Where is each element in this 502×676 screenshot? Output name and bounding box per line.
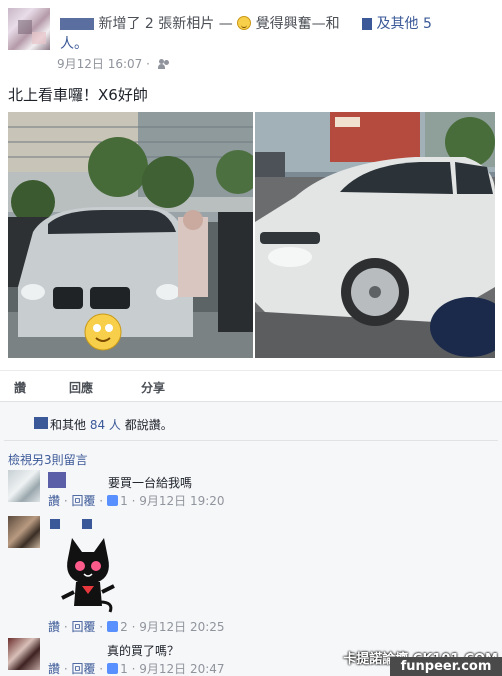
- share-button[interactable]: 分享: [141, 379, 165, 396]
- comment-like-link[interactable]: 讚: [48, 620, 60, 634]
- post-text: 北上看車囉！X6好帥: [8, 86, 148, 104]
- view-more-comments-link[interactable]: 檢視另3則留言: [8, 451, 88, 468]
- comment-reply-link[interactable]: 回覆: [71, 662, 95, 676]
- headline-others-link[interactable]: 及其他 5: [377, 16, 432, 32]
- commenter-name-redacted[interactable]: [82, 519, 92, 529]
- poster-avatar[interactable]: [8, 8, 50, 50]
- comment-like-count[interactable]: 2: [120, 620, 128, 634]
- post-photos: [8, 112, 495, 358]
- watermark-funpeer: funpeer.com: [390, 657, 502, 676]
- comment-meta: 讚 · 回覆 · 1 · 9月12日 20:47: [48, 662, 225, 676]
- headline-prefix: 新增了 2 張新相片 —: [98, 16, 238, 32]
- poster-name-redacted[interactable]: [60, 18, 94, 30]
- comments-panel: 和其他 84 人 都說讚。 檢視另3則留言 要買一台給我嗎 讚 · 回覆 · 1 …: [0, 401, 502, 676]
- post-meta: 9月12日 16:07 ·: [57, 55, 170, 72]
- car-side-photo: [255, 112, 495, 358]
- commenter-avatar[interactable]: [8, 470, 40, 502]
- excited-emoji-icon: [237, 16, 252, 30]
- friends-icon[interactable]: [157, 59, 170, 69]
- thumbs-up-icon: [107, 621, 119, 632]
- likes-suffix: 都說讚。: [124, 418, 173, 432]
- photo-left[interactable]: [8, 112, 253, 358]
- comment-like-link[interactable]: 讚: [48, 662, 60, 676]
- comment-text: 真的買了嗎？: [107, 644, 180, 658]
- divider: [4, 440, 498, 441]
- post-headline: 新增了 2 張新相片 — 覺得興奮—和 及其他 5: [60, 13, 432, 33]
- headline-continuation[interactable]: 人。: [60, 33, 88, 53]
- post-actions: 讚 回應 分享: [0, 370, 502, 400]
- comment-like-count[interactable]: 1: [120, 662, 128, 676]
- commenter-name-redacted[interactable]: [48, 472, 66, 488]
- thumbs-up-icon: [107, 663, 119, 674]
- comment-text: 要買一台給我嗎: [108, 476, 193, 490]
- comment-date[interactable]: 9月12日 20:25: [139, 620, 224, 634]
- car-front-photo: [8, 112, 253, 358]
- tagged-friend-redacted[interactable]: [362, 18, 373, 30]
- like-button[interactable]: 讚: [14, 379, 26, 396]
- black-cat-sticker[interactable]: [58, 536, 118, 616]
- comment-meta: 讚 · 回覆 · 1 · 9月12日 19:20: [48, 494, 225, 508]
- comment-like-count[interactable]: 1: [120, 494, 128, 508]
- comment-date[interactable]: 9月12日 20:47: [139, 662, 224, 676]
- commenter-name-redacted[interactable]: [50, 519, 60, 529]
- photo-right[interactable]: [255, 112, 495, 358]
- comment-reply-link[interactable]: 回覆: [71, 494, 95, 508]
- comment-like-link[interactable]: 讚: [48, 494, 60, 508]
- comment-meta: 讚 · 回覆 · 2 · 9月12日 20:25: [48, 620, 225, 634]
- comment-date[interactable]: 9月12日 19:20: [139, 494, 224, 508]
- commenter-avatar[interactable]: [8, 516, 40, 548]
- comment-reply-link[interactable]: 回覆: [71, 620, 95, 634]
- post-header: 新增了 2 張新相片 — 覺得興奮—和 及其他 5 人。 9月12日 16:07…: [0, 0, 502, 80]
- post-date[interactable]: 9月12日 16:07 ·: [57, 57, 150, 71]
- thumbs-up-icon: [107, 495, 119, 506]
- comment-button[interactable]: 回應: [69, 379, 93, 396]
- likes-prefix: 和其他: [50, 418, 87, 432]
- likes-count-link[interactable]: 84 人: [90, 418, 121, 432]
- commenter-avatar[interactable]: [8, 638, 40, 670]
- likes-summary: 和其他 84 人 都說讚。: [0, 410, 502, 438]
- liker-name-redacted[interactable]: [34, 417, 48, 429]
- headline-feeling: 覺得興奮—和: [255, 16, 340, 32]
